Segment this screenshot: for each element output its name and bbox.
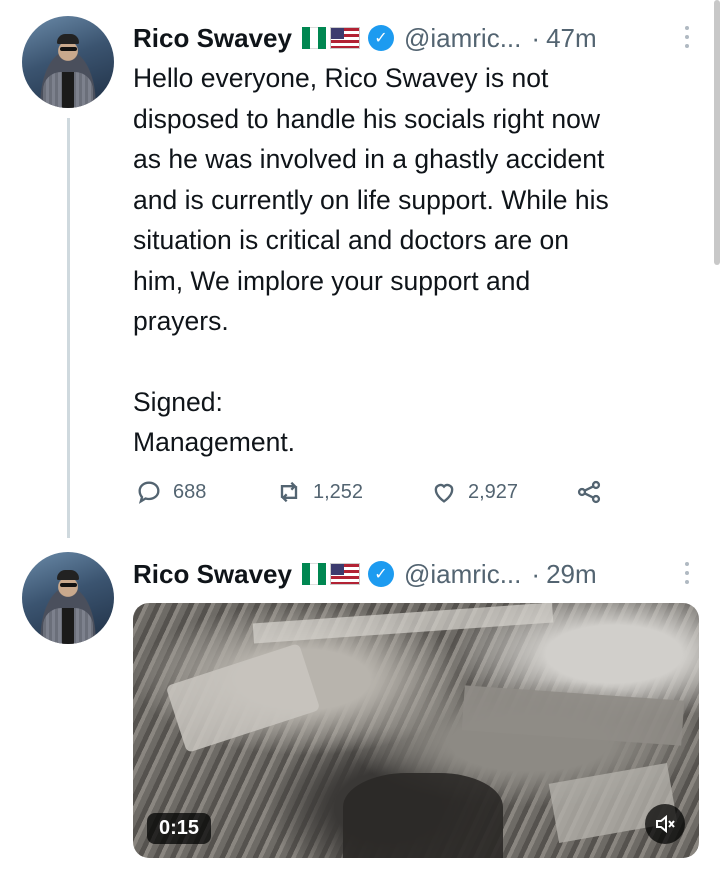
share-button[interactable] xyxy=(575,478,603,506)
share-icon xyxy=(577,480,601,504)
separator-dot: · xyxy=(531,558,541,589)
author-handle[interactable]: @iamric... xyxy=(404,559,521,590)
tweet-header: Rico Swavey ✓ @iamric... · 47m xyxy=(133,18,597,58)
tweet-1[interactable]: Rico Swavey ✓ @iamric... · 47m Hello eve… xyxy=(0,0,720,540)
body-line: Hello everyone, Rico Swavey is not xyxy=(133,63,549,93)
verified-badge-icon: ✓ xyxy=(367,25,394,51)
usa-flag-icon xyxy=(329,27,360,49)
retweet-icon xyxy=(280,481,298,503)
avatar-hat xyxy=(57,34,79,44)
tweet-header: Rico Swavey ✓ @iamric... · 29m xyxy=(133,554,597,594)
author-name[interactable]: Rico Swavey xyxy=(133,559,292,590)
author-name[interactable]: Rico Swavey xyxy=(133,23,292,54)
signature-line: Signed: xyxy=(133,386,223,417)
avatar-glasses xyxy=(60,47,77,51)
video-frame-detail xyxy=(252,603,554,644)
reply-button[interactable]: 688 xyxy=(135,478,275,506)
signature-line: Management. xyxy=(133,427,296,457)
body-line: as he was involved in a ghastly accident xyxy=(133,144,605,174)
avatar-glasses xyxy=(60,583,77,587)
video-frame-detail xyxy=(461,685,685,746)
heart-icon xyxy=(434,483,454,503)
author-handle[interactable]: @iamric... xyxy=(404,23,521,54)
tweet-body: Hello everyone, Rico Swavey is not dispo… xyxy=(133,58,703,463)
verified-badge-icon: ✓ xyxy=(367,561,394,587)
author-flags xyxy=(301,563,360,585)
avatar-hat xyxy=(57,570,79,580)
thread-connector-line xyxy=(67,118,70,538)
like-count: 2,927 xyxy=(468,480,519,503)
retweet-button[interactable]: 1,252 xyxy=(275,478,430,506)
nigeria-flag-icon xyxy=(301,27,326,49)
video-frame-detail xyxy=(343,773,503,858)
usa-flag-icon xyxy=(329,563,360,585)
author-flags xyxy=(301,27,360,49)
tweet-time[interactable]: 29m xyxy=(546,559,597,590)
video-duration-badge: 0:15 xyxy=(147,813,212,844)
body-line: situation is critical and doctors are on xyxy=(133,225,569,255)
avatar[interactable] xyxy=(22,552,114,644)
separator-dot: · xyxy=(531,22,541,53)
mute-toggle-button[interactable] xyxy=(645,804,685,844)
body-line: him, We implore your support and xyxy=(133,265,531,296)
more-options-icon[interactable] xyxy=(684,26,690,48)
tweet-2[interactable]: Rico Swavey ✓ @iamric... · 29m 0:15 xyxy=(0,540,720,870)
body-line: disposed to handle his socials right now xyxy=(133,103,600,134)
more-options-icon[interactable] xyxy=(684,562,690,584)
avatar-shirt xyxy=(62,72,74,108)
tweet-actions: 688 1,252 2,927 xyxy=(135,478,603,506)
avatar-shirt xyxy=(62,608,74,644)
avatar[interactable] xyxy=(22,16,114,108)
body-line: prayers. xyxy=(133,306,229,336)
reply-count: 688 xyxy=(173,480,207,503)
reply-icon xyxy=(138,481,160,504)
body-line: and is currently on life support. While … xyxy=(133,184,609,215)
video-frame-detail xyxy=(165,643,321,753)
video-player[interactable]: 0:15 xyxy=(133,603,699,858)
retweet-count: 1,252 xyxy=(313,480,364,503)
tweet-time[interactable]: 47m xyxy=(546,23,597,54)
like-button[interactable]: 2,927 xyxy=(430,478,575,506)
nigeria-flag-icon xyxy=(301,563,326,585)
muted-speaker-icon xyxy=(656,814,675,834)
